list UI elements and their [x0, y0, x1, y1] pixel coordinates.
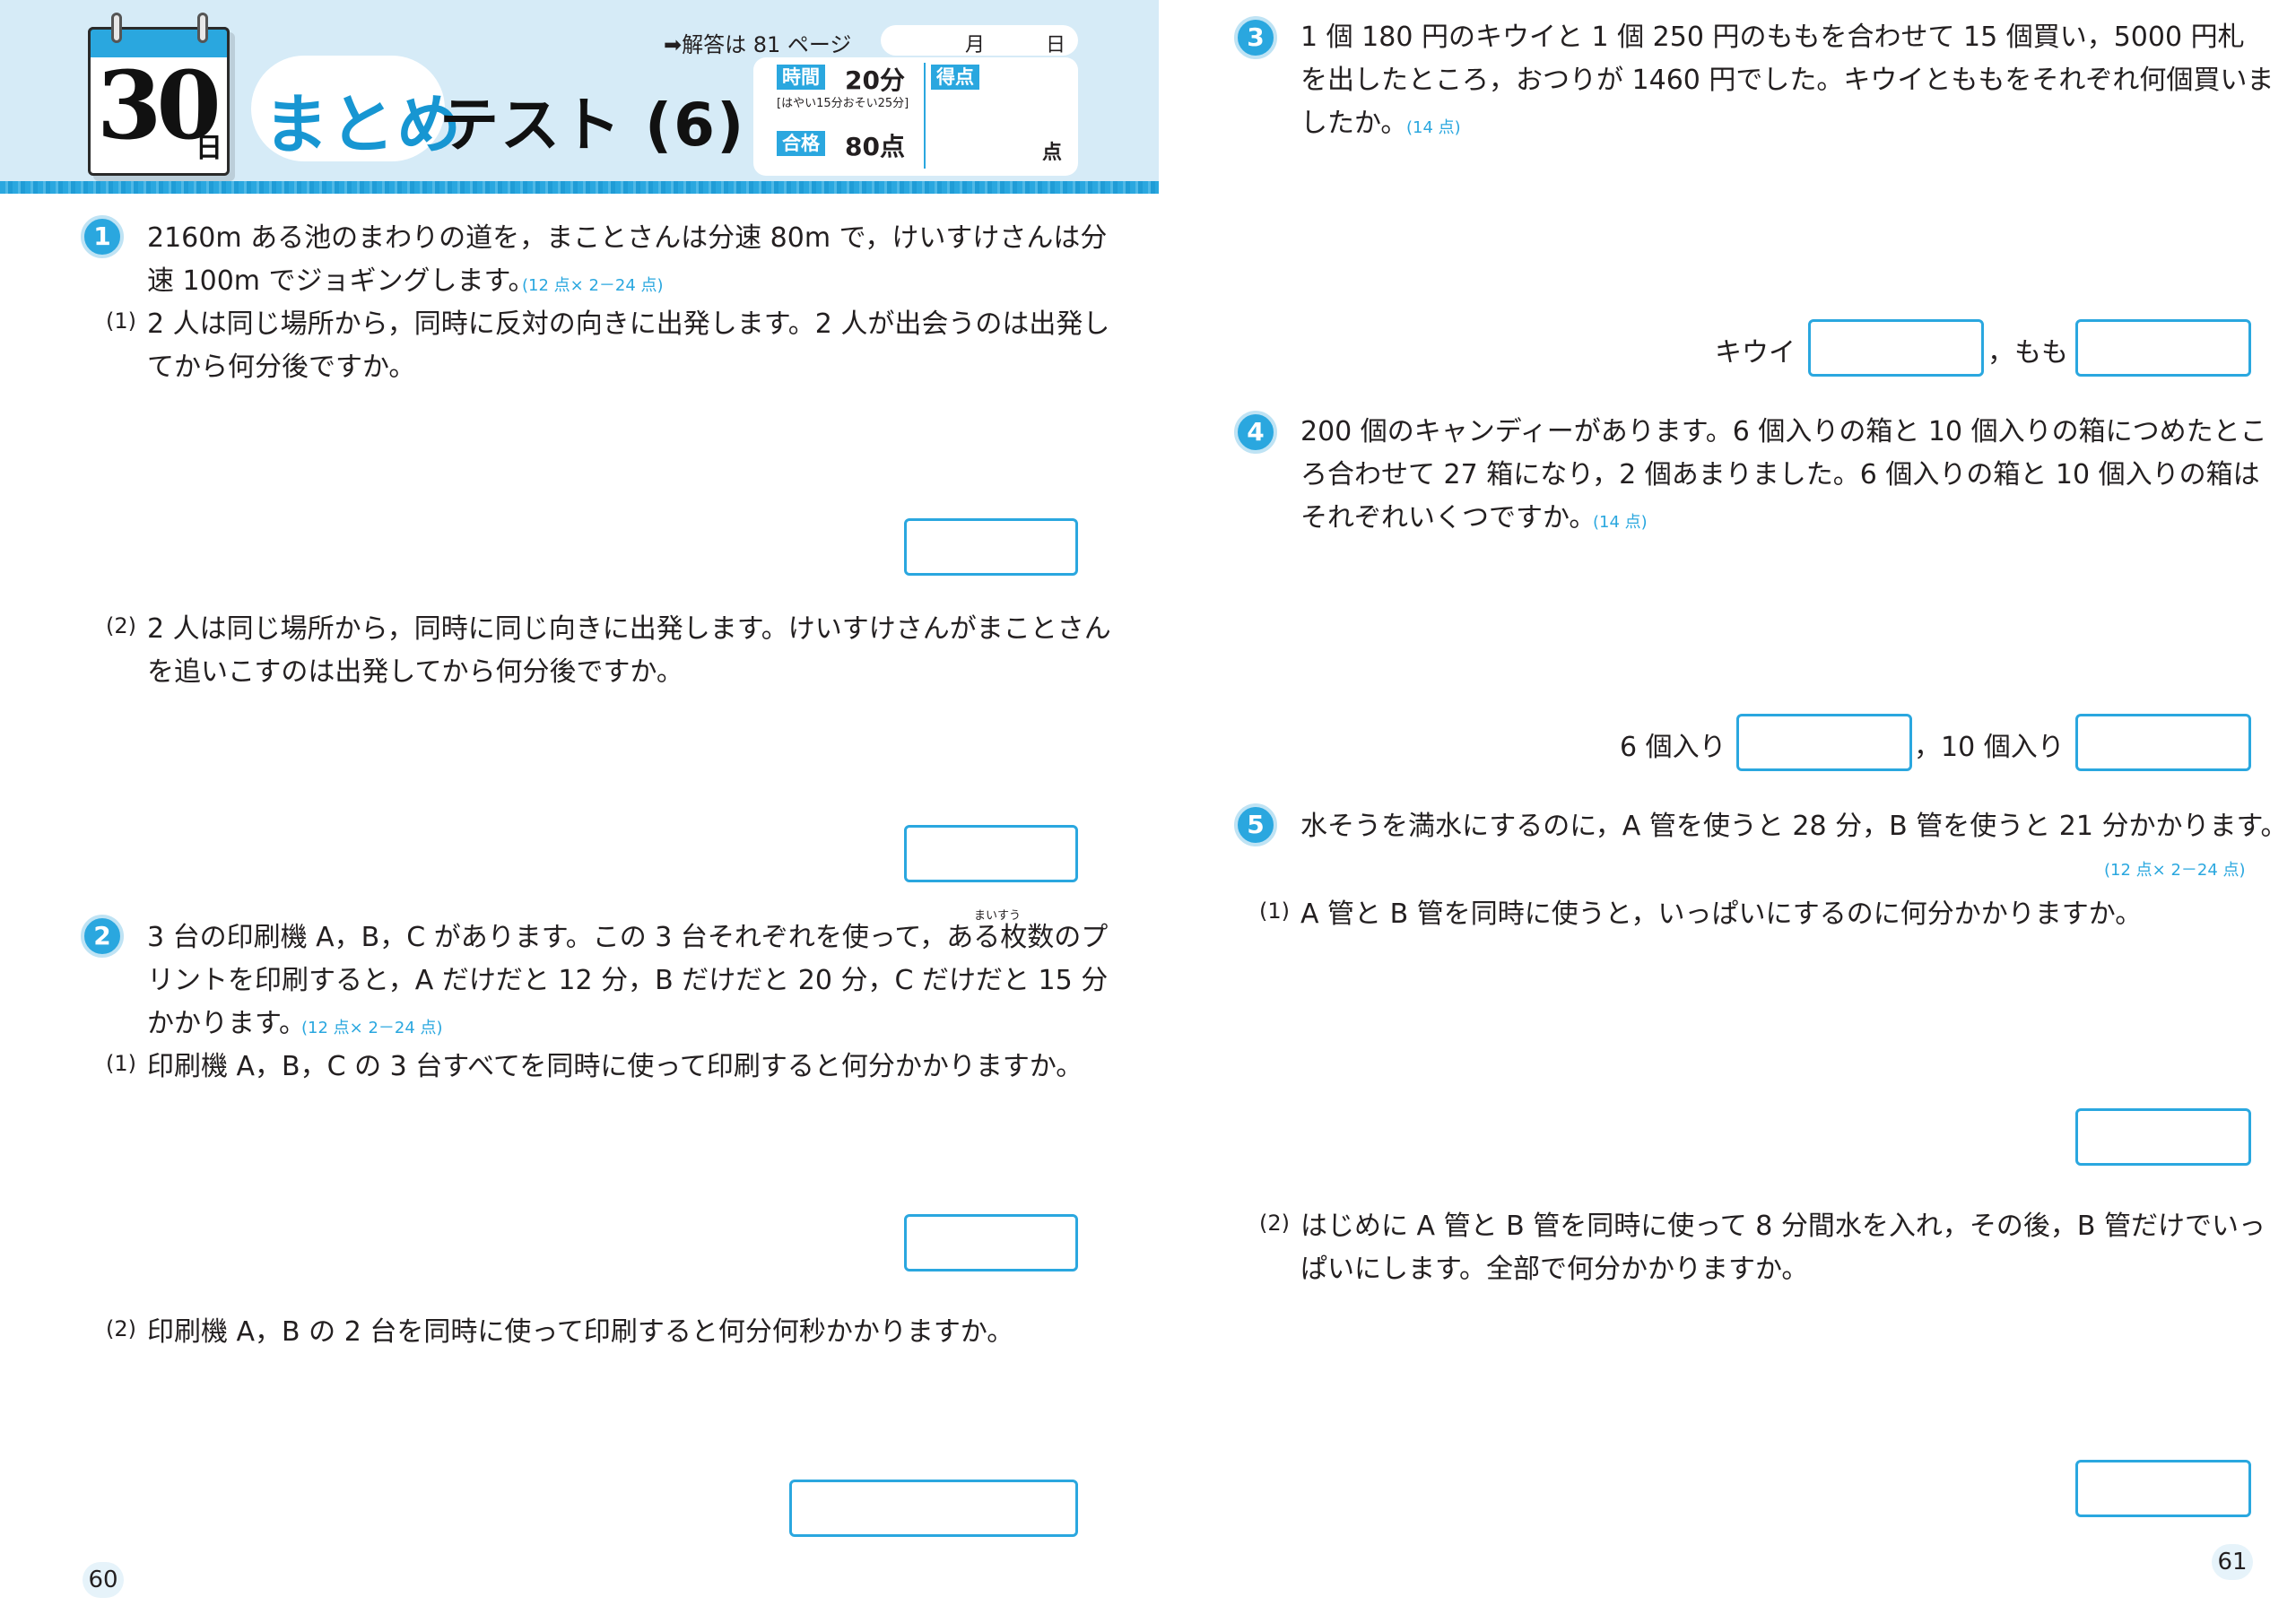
q3-points: (14 点) [1406, 118, 1461, 137]
q3-line3: したか。 [1300, 108, 1408, 139]
q2-sub2-line1: 印刷機 A，B の 2 台を同時に使って印刷すると何分何秒かかりますか。 [147, 1316, 1014, 1348]
q3-line1: 1 個 180 円のキウイと 1 個 250 円のももを合わせて 15 個買い，… [1300, 22, 2245, 53]
pass-value: 80点 [845, 132, 905, 161]
q5-sub2-answer-box[interactable] [2075, 1460, 2251, 1517]
pass-tag: 合格 [777, 131, 825, 156]
question-number-1: 1 [81, 215, 124, 258]
question-number-5: 5 [1234, 803, 1277, 846]
q1-sub2-line1: 2 人は同じ場所から，同時に同じ向きに出発します。けいすけさんがまことさん [147, 613, 1111, 645]
q1-sub2-number: (2) [106, 613, 136, 638]
q3-kiwi-label: キウイ [1715, 337, 1796, 369]
score-tag: 得点 [931, 65, 979, 90]
q1-sub1-answer-box[interactable] [904, 518, 1078, 576]
q2-line3: かかります。 [147, 1008, 306, 1039]
q2-line2: リントを印刷すると，A だけだと 12 分，B だけだと 20 分，C だけだと… [147, 965, 1109, 996]
q2-sub1-answer-box[interactable] [904, 1214, 1078, 1271]
q5-sub2-line1: はじめに A 管と B 管を同時に使って 8 分間水を入れ，その後，B 管だけで… [1300, 1211, 2266, 1242]
q5-sub1-answer-box[interactable] [2075, 1108, 2251, 1166]
time-tag: 時間 [777, 65, 825, 90]
q5-sub2-line2: ぱいにします。全部で何分かかりますか。 [1300, 1254, 1809, 1285]
q3-line2: を出したところ，おつりが 1460 円でした。キウイとももをそれぞれ何個買いま [1300, 65, 2274, 96]
q2-sub1-number: (1) [106, 1051, 136, 1076]
q3-kiwi-answer-box[interactable] [1808, 319, 1984, 377]
q1-sub1-number: (1) [106, 308, 136, 334]
title-accent: まとめ [264, 86, 464, 162]
q1-sub1-line2: てから何分後ですか。 [147, 352, 416, 383]
page-number-right: 61 [2212, 1544, 2253, 1580]
q4-line2: ろ合わせて 27 箱になり，2 個あまりました。6 個入りの箱と 10 個入りの… [1300, 459, 2260, 490]
q4-six-box-label: 6 個入り [1620, 732, 1726, 763]
q2-sub2-number: (2) [106, 1316, 136, 1341]
q5-sub1-line1: A 管と B 管を同時に使うと，いっぱいにするのに何分かかりますか。 [1300, 898, 2143, 930]
q2-sub2-answer-box[interactable] [789, 1480, 1078, 1537]
q5-line1: 水そうを満水にするのに，A 管を使うと 28 分，B 管を使うと 21 分かかり… [1300, 811, 2288, 842]
question-number-4: 4 [1234, 411, 1277, 454]
date-day-label: 日 [1046, 34, 1066, 56]
score-unit: 点 [1042, 142, 1063, 164]
q3-peach-label: ，もも [1987, 337, 2068, 369]
q4-ten-box-answer-box[interactable] [2075, 714, 2251, 771]
page-title: テスト (6) [439, 91, 746, 160]
q5-points: (12 点× 2－24 点) [2104, 861, 2246, 880]
q1-points: (12 点× 2－24 点) [522, 276, 664, 295]
page-number-left: 60 [83, 1562, 124, 1598]
q4-points: (14 点) [1593, 513, 1648, 532]
q4-line3: それぞれいくつですか。 [1300, 502, 1596, 534]
question-number-2: 2 [81, 915, 124, 958]
q5-sub2-number: (2) [1259, 1211, 1290, 1236]
score-divider [924, 63, 926, 169]
q1-sub2-answer-box[interactable] [904, 825, 1078, 882]
header-brush-edge [0, 181, 1159, 194]
q2-line1: 3 台の印刷機 A，B，C があります。この 3 台それぞれを使って，ある枚数の… [147, 922, 1109, 953]
answer-reference: ➡解答は 81 ページ [664, 32, 852, 57]
calendar-ring-icon [197, 13, 208, 43]
q4-ten-box-label: ，10 個入り [1914, 732, 2065, 763]
q1-sub1-line1: 2 人は同じ場所から，同時に反対の向きに出発します。2 人が出会うのは出発し [147, 308, 1110, 340]
q1-line1: 2160m ある池のまわりの道を，まことさんは分速 80m で，けいすけさんは分 [147, 222, 1108, 254]
q5-sub1-number: (1) [1259, 898, 1290, 924]
q3-peach-answer-box[interactable] [2075, 319, 2251, 377]
day-number: 30 [97, 50, 222, 161]
q1-line2: 速 100m でジョギングします。 [147, 265, 535, 297]
q2-points: (12 点× 2－24 点) [301, 1019, 443, 1037]
time-note: [はやい15分おそい25分] [777, 97, 909, 110]
q4-line1: 200 個のキャンディーがあります。6 個入りの箱と 10 個入りの箱につめたと… [1300, 416, 2267, 447]
question-number-3: 3 [1234, 16, 1277, 59]
time-value: 20分 [845, 65, 905, 95]
q4-six-box-answer-box[interactable] [1736, 714, 1912, 771]
calendar-ring-icon [111, 13, 122, 43]
day-unit: 日 [196, 133, 222, 164]
q2-sub1-line1: 印刷機 A，B，C の 3 台すべてを同時に使って印刷すると何分かかりますか。 [147, 1051, 1083, 1082]
q1-sub2-line2: を追いこすのは出発してから何分後ですか。 [147, 656, 683, 688]
date-month-label: 月 [965, 34, 986, 56]
